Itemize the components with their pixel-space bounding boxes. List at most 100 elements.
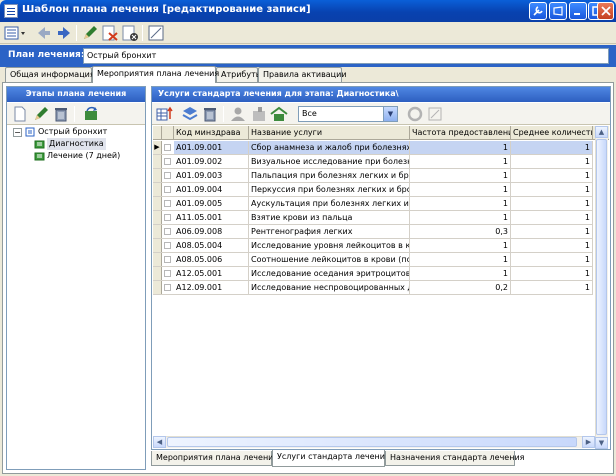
- delete-stage-button[interactable]: [51, 105, 71, 123]
- clear-filter-button[interactable]: [425, 105, 445, 123]
- resize-button[interactable]: [146, 24, 166, 42]
- import-services-button[interactable]: [155, 105, 175, 123]
- cell-name[interactable]: Соотношение лейкоцитов в крови (подсч: [249, 253, 410, 266]
- scroll-up-button[interactable]: ▲: [595, 126, 608, 138]
- cell-name[interactable]: Исследование неспровоцированных дых: [249, 281, 410, 294]
- cell-average[interactable]: 1: [511, 211, 593, 224]
- table-row[interactable]: A12.05.001 Исследование оседания эритроци…: [153, 267, 593, 281]
- cell-code[interactable]: A01.09.001: [174, 141, 249, 154]
- cell-average[interactable]: 1: [511, 197, 593, 210]
- row-checkbox[interactable]: [164, 228, 171, 235]
- tab-plan-activities[interactable]: Мероприятия плана лечения: [92, 66, 219, 83]
- table-row[interactable]: A01.09.004 Перкуссия при болезнях легких …: [153, 183, 593, 197]
- cell-code[interactable]: A12.05.001: [174, 267, 249, 280]
- tab-activation-rules[interactable]: Правила активации: [258, 67, 347, 82]
- bottom-tab-standard-services[interactable]: Услуги стандарта лечения: [272, 450, 390, 467]
- cell-frequency[interactable]: 1: [410, 141, 511, 154]
- menu-button[interactable]: [3, 24, 29, 42]
- row-checkbox[interactable]: [164, 158, 171, 165]
- cell-frequency[interactable]: 1: [410, 211, 511, 224]
- row-checkbox[interactable]: [164, 242, 171, 249]
- row-checkbox[interactable]: [164, 214, 171, 221]
- tree-item-diagnostics[interactable]: Диагностика: [47, 138, 106, 150]
- scroll-down-button[interactable]: ▼: [595, 437, 608, 449]
- cell-code[interactable]: A06.09.008: [174, 225, 249, 238]
- row-checkbox[interactable]: [164, 200, 171, 207]
- cell-average[interactable]: 1: [511, 183, 593, 196]
- home-button[interactable]: [269, 105, 289, 123]
- cancel-edit-button[interactable]: [100, 24, 120, 42]
- table-row[interactable]: A06.09.008 Рентгенография легких 0,3 1: [153, 225, 593, 239]
- grid-vertical-scrollbar[interactable]: ▲ ▼: [595, 126, 608, 449]
- table-row[interactable]: A01.09.002 Визуальное исследование при бо…: [153, 155, 593, 169]
- copy-services-button[interactable]: [180, 105, 200, 123]
- tools-button[interactable]: [529, 2, 547, 20]
- table-row[interactable]: A08.05.004 Исследование уровня лейкоцитов…: [153, 239, 593, 253]
- vertical-scroll-thumb[interactable]: [596, 139, 607, 435]
- row-checkbox[interactable]: [164, 172, 171, 179]
- row-checkbox[interactable]: [164, 270, 171, 277]
- cell-code[interactable]: A01.09.002: [174, 155, 249, 168]
- cell-average[interactable]: 1: [511, 281, 593, 294]
- table-row[interactable]: A01.09.003 Пальпация при болезнях легких …: [153, 169, 593, 183]
- row-checkbox[interactable]: [164, 144, 171, 151]
- cell-frequency[interactable]: 1: [410, 253, 511, 266]
- user-button[interactable]: [228, 105, 248, 123]
- cell-frequency[interactable]: 1: [410, 183, 511, 196]
- title-bar[interactable]: Шаблон плана лечения [редактирование зап…: [0, 0, 616, 22]
- cell-frequency[interactable]: 1: [410, 239, 511, 252]
- cell-name[interactable]: Рентгенография легких: [249, 225, 410, 238]
- cell-code[interactable]: A12.09.001: [174, 281, 249, 294]
- cell-average[interactable]: 1: [511, 155, 593, 168]
- help-button[interactable]: [549, 2, 567, 20]
- cell-code[interactable]: A08.05.004: [174, 239, 249, 252]
- cell-name[interactable]: Сбор анамнеза и жалоб при болезнях л: [249, 141, 410, 154]
- row-checkbox[interactable]: [164, 186, 171, 193]
- sync-button[interactable]: [405, 105, 425, 123]
- column-header-name[interactable]: Название услуги: [249, 126, 410, 140]
- column-header-code[interactable]: Код минздрава: [174, 126, 249, 140]
- cell-code[interactable]: A01.09.003: [174, 169, 249, 182]
- table-row[interactable]: A12.09.001 Исследование неспровоцированны…: [153, 281, 593, 295]
- cell-code[interactable]: A01.09.004: [174, 183, 249, 196]
- cell-name[interactable]: Перкуссия при болезнях легких и бронхо: [249, 183, 410, 196]
- horizontal-scroll-thumb[interactable]: [167, 437, 577, 447]
- edit-stage-button[interactable]: [31, 105, 51, 123]
- cell-code[interactable]: A01.09.005: [174, 197, 249, 210]
- services-filter-select[interactable]: Все ▼: [298, 106, 398, 122]
- add-stage-button[interactable]: [10, 105, 30, 123]
- scroll-right-button[interactable]: ▶: [582, 436, 595, 448]
- table-row[interactable]: A01.09.005 Аускультация при болезнях легк…: [153, 197, 593, 211]
- table-row[interactable]: A11.05.001 Взятие крови из пальца 1 1: [153, 211, 593, 225]
- back-button[interactable]: [34, 24, 54, 42]
- cell-name[interactable]: Визуальное исследование при болезнях: [249, 155, 410, 168]
- row-checkbox[interactable]: [164, 256, 171, 263]
- scroll-left-button[interactable]: ◀: [153, 436, 166, 448]
- plan-name-field[interactable]: Острый бронхит: [83, 48, 609, 64]
- tree-item-plan[interactable]: Острый бронхит: [38, 126, 107, 138]
- bottom-tab-standard-prescriptions[interactable]: Назначения стандарта лечения: [385, 451, 524, 466]
- cell-name[interactable]: Исследование оседания эритроцитов: [249, 267, 410, 280]
- cell-name[interactable]: Аускультация при болезнях легких и брон: [249, 197, 410, 210]
- refresh-stages-button[interactable]: [81, 105, 101, 123]
- cell-average[interactable]: 1: [511, 225, 593, 238]
- delete-service-button[interactable]: [200, 105, 220, 123]
- table-row[interactable]: ▶ A01.09.001 Сбор анамнеза и жалоб при бол…: [153, 141, 593, 155]
- table-row[interactable]: A08.05.006 Соотношение лейкоцитов в крови…: [153, 253, 593, 267]
- tab-general-info[interactable]: Общая информация: [5, 67, 95, 82]
- cell-frequency[interactable]: 0,2: [410, 281, 511, 294]
- cell-frequency[interactable]: 1: [410, 267, 511, 280]
- cell-average[interactable]: 1: [511, 267, 593, 280]
- chevron-down-icon[interactable]: ▼: [383, 107, 397, 121]
- edit-button[interactable]: [80, 24, 100, 42]
- cell-frequency[interactable]: 1: [410, 197, 511, 210]
- cell-name[interactable]: Исследование уровня лейкоцитов в кров: [249, 239, 410, 252]
- tab-attributes[interactable]: Атрибуты: [216, 67, 262, 82]
- cell-average[interactable]: 1: [511, 239, 593, 252]
- forward-button[interactable]: [54, 24, 74, 42]
- minimize-button[interactable]: [569, 2, 587, 20]
- cell-frequency[interactable]: 0,3: [410, 225, 511, 238]
- tree-item-treatment[interactable]: Лечение (7 дней): [47, 150, 120, 162]
- cell-average[interactable]: 1: [511, 141, 593, 154]
- cell-name[interactable]: Пальпация при болезнях легких и бронх: [249, 169, 410, 182]
